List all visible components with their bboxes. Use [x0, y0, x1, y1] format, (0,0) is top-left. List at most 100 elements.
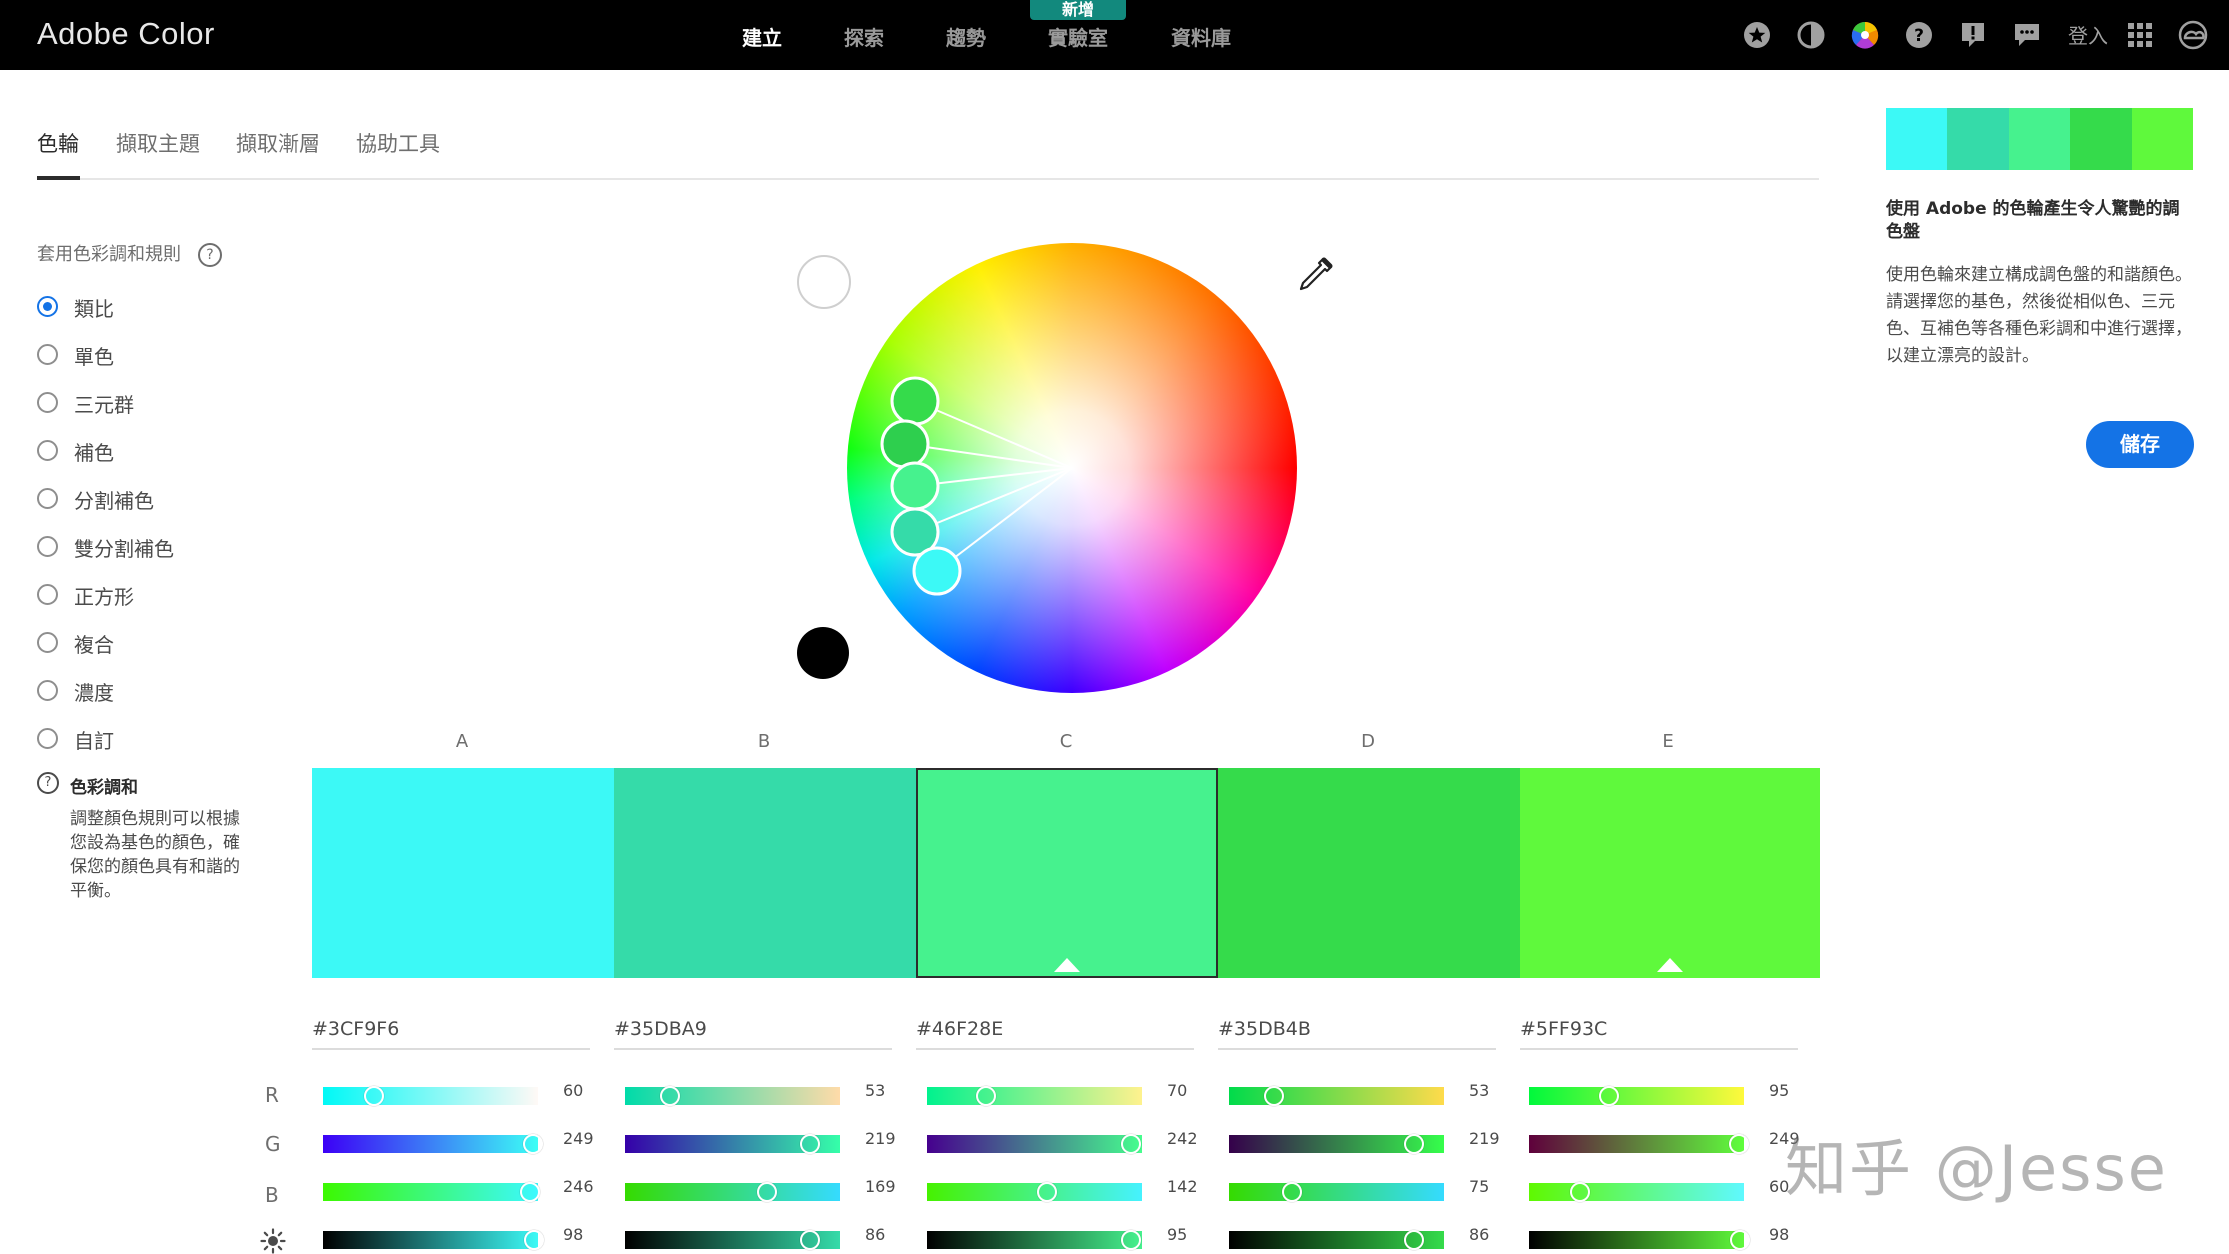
slider-thumb[interactable]	[523, 1230, 544, 1250]
slider-thumb[interactable]	[522, 1134, 543, 1154]
tab-extract-gradient[interactable]: 擷取漸層	[236, 128, 320, 158]
slider-value-g-b: 219	[865, 1129, 896, 1148]
radio-button[interactable]	[37, 632, 58, 653]
nav-trends[interactable]: 趨勢	[946, 22, 986, 51]
color-wheel-icon[interactable]	[1850, 20, 1880, 50]
color-swatch-e[interactable]	[1520, 768, 1820, 978]
swatch-letter-b: B	[757, 731, 771, 752]
hex-input-e[interactable]: #5FF93C	[1520, 1018, 1798, 1050]
help-icon[interactable]: ?	[1904, 20, 1934, 50]
slider-thumb[interactable]	[1403, 1230, 1424, 1250]
color-handle-e[interactable]	[880, 419, 930, 469]
radio-button[interactable]	[37, 392, 58, 413]
slider-b-c[interactable]	[927, 1182, 1142, 1202]
slider-thumb[interactable]	[1729, 1230, 1750, 1250]
slider-thumb[interactable]	[1728, 1134, 1749, 1154]
nav-library[interactable]: 資料庫	[1171, 22, 1231, 51]
radio-button[interactable]	[37, 344, 58, 365]
slider-thumb[interactable]	[659, 1086, 680, 1106]
slider-thumb[interactable]	[757, 1182, 778, 1202]
slider-brightness-b[interactable]	[625, 1230, 840, 1250]
slider-r-e[interactable]	[1529, 1086, 1744, 1106]
color-swatch-a[interactable]	[312, 768, 614, 978]
star-icon[interactable]	[1742, 20, 1772, 50]
preview-swatch-a	[1886, 108, 1948, 170]
slider-thumb[interactable]	[1121, 1230, 1142, 1250]
radio-button[interactable]	[37, 488, 58, 509]
slider-thumb[interactable]	[976, 1086, 997, 1106]
slider-brightness-d[interactable]	[1229, 1230, 1444, 1250]
nav-create[interactable]: 建立	[742, 22, 782, 51]
slider-brightness-c[interactable]	[927, 1230, 1142, 1250]
hex-input-d[interactable]: #35DB4B	[1218, 1018, 1496, 1050]
black-point-swatch[interactable]	[797, 627, 849, 679]
slider-thumb[interactable]	[1403, 1134, 1424, 1154]
eyedropper-icon[interactable]	[1295, 255, 1335, 295]
slider-thumb[interactable]	[1121, 1134, 1142, 1154]
color-handle-a[interactable]	[912, 546, 962, 596]
swatch-letter-c: C	[1059, 731, 1073, 752]
nav-explore[interactable]: 探索	[844, 22, 884, 51]
palette-preview	[1886, 108, 2194, 170]
sign-in-link[interactable]: 登入	[2068, 20, 2108, 49]
swatch-letter-d: D	[1361, 731, 1375, 752]
slider-b-e[interactable]	[1529, 1182, 1744, 1202]
apps-grid-icon[interactable]	[2125, 20, 2155, 50]
help-icon[interactable]: ?	[198, 243, 222, 267]
chat-icon[interactable]	[2012, 20, 2042, 50]
slider-thumb[interactable]	[1599, 1086, 1620, 1106]
slider-r-b[interactable]	[625, 1086, 840, 1106]
slider-g-c[interactable]	[927, 1134, 1142, 1154]
slider-b-d[interactable]	[1229, 1182, 1444, 1202]
slider-r-c[interactable]	[927, 1086, 1142, 1106]
slider-r-a[interactable]	[323, 1086, 538, 1106]
color-handle-c[interactable]	[890, 461, 940, 511]
rule-label: 三元群	[74, 393, 134, 417]
hex-input-b[interactable]: #35DBA9	[614, 1018, 892, 1050]
color-swatch-b[interactable]	[614, 768, 916, 978]
harmony-description: 調整顏色規則可以根據您設為基色的顏色，確保您的顏色具有和諧的平衡。	[70, 809, 240, 901]
slider-brightness-e[interactable]	[1529, 1230, 1750, 1250]
slider-thumb[interactable]	[1036, 1182, 1057, 1202]
slider-value-b-d: 75	[1469, 1177, 1490, 1196]
tab-accessibility-tools[interactable]: 協助工具	[356, 128, 440, 158]
slider-thumb[interactable]	[1263, 1086, 1284, 1106]
slider-thumb[interactable]	[799, 1134, 820, 1154]
radio-button[interactable]	[37, 680, 58, 701]
slider-value-r-e: 95	[1769, 1081, 1790, 1100]
hex-input-c[interactable]: #46F28E	[916, 1018, 1194, 1050]
color-swatch-c[interactable]	[916, 768, 1218, 978]
slider-thumb[interactable]	[363, 1086, 384, 1106]
slider-r-d[interactable]	[1229, 1086, 1444, 1106]
app-logo-title[interactable]: Adobe Color	[37, 16, 215, 52]
contrast-icon[interactable]	[1796, 20, 1826, 50]
radio-button[interactable]	[37, 536, 58, 557]
radio-button[interactable]	[37, 728, 58, 749]
color-wheel-area	[770, 230, 1370, 710]
slider-thumb[interactable]	[799, 1230, 820, 1250]
color-handle-d[interactable]	[890, 376, 940, 426]
creative-cloud-icon[interactable]	[2175, 20, 2211, 50]
slider-value-g-d: 219	[1469, 1129, 1500, 1148]
radio-button[interactable]	[37, 584, 58, 605]
slider-thumb[interactable]	[520, 1182, 541, 1202]
slider-brightness-a[interactable]	[323, 1230, 544, 1250]
tab-color-wheel[interactable]: 色輪	[37, 128, 79, 158]
alert-icon[interactable]	[1958, 20, 1988, 50]
radio-button[interactable]	[37, 440, 58, 461]
slider-b-a[interactable]	[323, 1182, 541, 1202]
slider-thumb[interactable]	[1569, 1182, 1590, 1202]
tab-extract-theme[interactable]: 擷取主題	[116, 128, 200, 158]
nav-labs[interactable]: 實驗室	[1048, 22, 1108, 51]
save-button[interactable]: 儲存	[2086, 421, 2194, 468]
slider-g-d[interactable]	[1229, 1134, 1444, 1154]
slider-g-b[interactable]	[625, 1134, 840, 1154]
slider-thumb[interactable]	[1282, 1182, 1303, 1202]
hex-input-a[interactable]: #3CF9F6	[312, 1018, 590, 1050]
radio-button[interactable]	[37, 296, 58, 317]
slider-g-e[interactable]	[1529, 1134, 1749, 1154]
slider-b-b[interactable]	[625, 1182, 840, 1202]
slider-g-a[interactable]	[323, 1134, 543, 1154]
slider-value-brightness-e: 98	[1769, 1225, 1790, 1244]
color-swatch-d[interactable]	[1218, 768, 1520, 978]
